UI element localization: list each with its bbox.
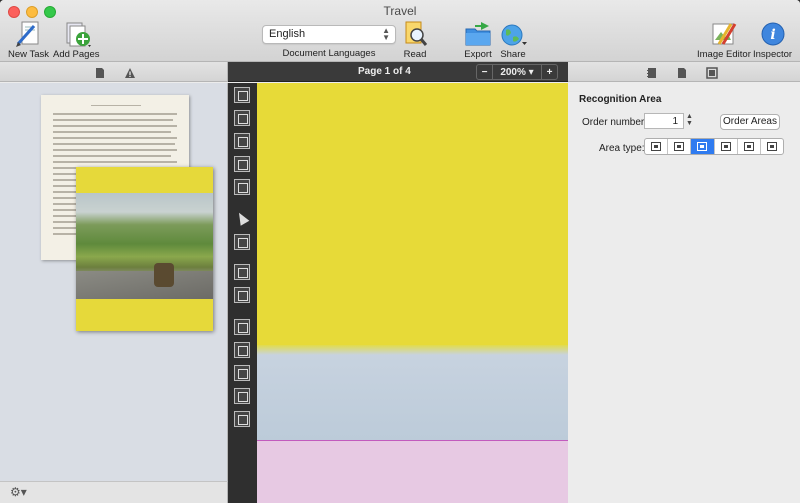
recognition-area-overlay[interactable] xyxy=(257,440,568,503)
add-pages-button[interactable]: Add Pages xyxy=(53,20,99,60)
document-languages-label: Document Languages xyxy=(282,48,376,59)
zoom-level-select[interactable]: 200% ▾ xyxy=(493,65,541,79)
gear-icon[interactable]: ⚙︎▾ xyxy=(10,485,27,499)
language-select-value: English xyxy=(269,28,306,40)
info-icon: i xyxy=(758,20,788,48)
read-icon xyxy=(400,20,430,48)
share-globe-icon xyxy=(498,20,528,48)
page-indicator: Page 1 of 4 xyxy=(358,66,411,77)
draw-picture-area-tool-icon[interactable] xyxy=(234,133,250,149)
area-properties-icon[interactable] xyxy=(706,66,718,79)
read-label: Read xyxy=(403,49,427,60)
inspector-panel: Recognition Area Order number: ▲▼ Order … xyxy=(568,83,800,503)
zoom-control: − 200% ▾ + xyxy=(476,64,558,80)
split-table-cells-tool-icon[interactable] xyxy=(234,365,250,381)
thumbnails-header xyxy=(0,62,228,82)
share-button[interactable]: Share xyxy=(498,20,528,60)
area-type-label: Area type: xyxy=(599,143,645,154)
order-number-stepper[interactable]: ▲ ▼ xyxy=(685,113,694,129)
table-area-type-icon[interactable] xyxy=(668,139,692,154)
order-number-label: Order number: xyxy=(582,117,648,128)
page-view-icon[interactable] xyxy=(94,66,106,78)
share-label: Share xyxy=(500,49,526,60)
inspector-title: Recognition Area xyxy=(579,94,662,105)
area-type-segmented-control xyxy=(644,138,784,155)
document-properties-icon[interactable] xyxy=(676,66,688,78)
page-canvas[interactable] xyxy=(257,83,568,503)
background-picture-area-type-icon[interactable] xyxy=(738,139,761,154)
merge-table-cells-tool-icon[interactable] xyxy=(234,388,250,404)
image-editor-button[interactable]: Image Editor xyxy=(697,20,751,60)
page-navigation-bar: Page 1 of 4 − 200% ▾ + xyxy=(228,62,568,82)
inspector-button[interactable]: i Inspector xyxy=(753,20,792,60)
new-task-label: New Task xyxy=(8,49,50,60)
picture-area-type-icon[interactable] xyxy=(691,139,715,154)
warning-icon[interactable] xyxy=(124,66,136,78)
window-title: Travel xyxy=(383,4,417,18)
select-arrow-icon[interactable] xyxy=(234,211,250,227)
draw-background-picture-tool-icon[interactable] xyxy=(234,156,250,172)
add-pages-icon xyxy=(61,20,92,48)
zoom-out-button[interactable]: − xyxy=(477,65,493,79)
page-thumbnail-2[interactable] xyxy=(76,167,213,331)
text-area-type-icon[interactable] xyxy=(645,139,669,154)
delete-area-tool-icon[interactable] xyxy=(234,234,250,250)
order-number-input[interactable] xyxy=(644,113,684,129)
add-table-row-tool-icon[interactable] xyxy=(234,342,250,358)
title-bar: Travel New Task Add Pages English ▲ ▼ Do… xyxy=(0,0,800,62)
text-editor-view-icon[interactable] xyxy=(646,66,658,78)
add-table-column-tool-icon[interactable] xyxy=(234,319,250,335)
zoom-in-button[interactable]: + xyxy=(541,65,557,79)
recognition-area-type-icon[interactable] xyxy=(761,139,783,154)
select-arrows-icon: ▲ ▼ xyxy=(382,26,390,42)
draw-text-area-tool-icon[interactable] xyxy=(234,87,250,103)
svg-text:i: i xyxy=(770,27,775,43)
area-tools-column xyxy=(228,83,257,503)
page-photo-sky xyxy=(257,345,568,441)
document-language-select[interactable]: English ▲ ▼ xyxy=(262,25,396,44)
cut-from-area-tool-icon[interactable] xyxy=(234,287,250,303)
inspector-label: Inspector xyxy=(753,49,793,60)
order-areas-button[interactable]: Order Areas xyxy=(720,114,780,130)
barcode-area-type-icon[interactable] xyxy=(715,139,738,154)
read-button[interactable]: Read xyxy=(400,20,430,60)
draw-recognition-area-tool-icon[interactable] xyxy=(234,179,250,195)
export-folder-icon xyxy=(463,20,493,48)
new-task-icon xyxy=(14,20,44,48)
page-yellow-region xyxy=(257,83,568,355)
draw-table-area-tool-icon[interactable] xyxy=(234,110,250,126)
add-pages-label: Add Pages xyxy=(53,49,100,60)
image-editor-label: Image Editor xyxy=(697,49,751,60)
thumbnails-footer: ⚙︎▾ xyxy=(0,481,228,503)
delete-table-separators-tool-icon[interactable] xyxy=(234,411,250,427)
inspector-header xyxy=(568,62,800,82)
page-thumbnails-panel xyxy=(0,83,228,481)
export-label: Export xyxy=(464,49,492,60)
thumbnail-photo xyxy=(76,193,213,299)
add-to-area-tool-icon[interactable] xyxy=(234,264,250,280)
image-editor-icon xyxy=(709,20,739,48)
app-window: Travel New Task Add Pages English ▲ ▼ Do… xyxy=(0,0,800,503)
export-button[interactable]: Export xyxy=(463,20,493,60)
new-task-button[interactable]: New Task xyxy=(8,20,49,60)
